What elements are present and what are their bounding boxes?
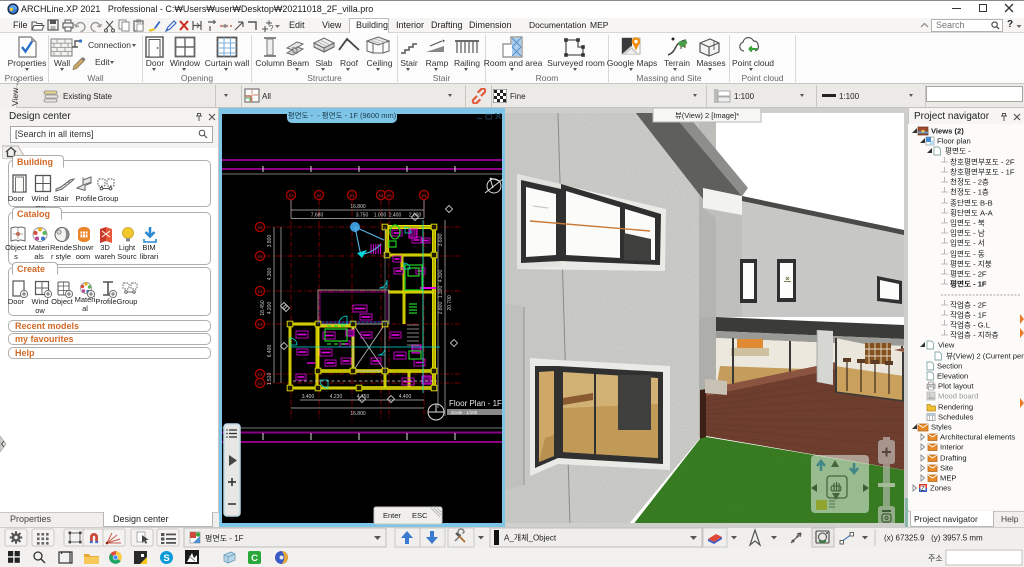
svg-text:주소: 주소 [928, 554, 943, 563]
svg-text:Drafting: Drafting [940, 454, 967, 463]
svg-text:1.300: 1.300 [438, 286, 444, 299]
svg-text:3.600: 3.600 [438, 234, 444, 247]
svg-text:창호평면부포도 - 2F: 창호평면부포도 - 2F [950, 157, 1015, 167]
svg-text:Enter: Enter [383, 511, 401, 520]
svg-text:작업층 - 2F: 작업층 - 2F [950, 300, 987, 310]
svg-text:3.750: 3.750 [356, 213, 369, 219]
svg-text:작업층 - 지하층: 작업층 - 지하층 [950, 330, 999, 340]
svg-text:입면도 - 서: 입면도 - 서 [950, 238, 985, 248]
svg-text:횡단면도 A-A: 횡단면도 A-A [950, 208, 994, 218]
svg-text:Y5: Y5 [258, 254, 264, 259]
svg-text:Scale : 1/100: Scale : 1/100 [451, 410, 478, 415]
svg-text:1.000: 1.000 [374, 213, 387, 219]
svg-text:Schedules: Schedules [938, 413, 974, 422]
svg-text:Architectural elements: Architectural elements [940, 433, 1015, 442]
svg-text:X4: X4 [379, 193, 385, 198]
svg-text:X6: X6 [422, 193, 428, 198]
svg-text:7.680: 7.680 [311, 213, 324, 219]
svg-text:평면도 - 1F: 평면도 - 1F [950, 279, 987, 289]
svg-text:16.800: 16.800 [350, 411, 366, 417]
svg-text:3.400: 3.400 [302, 394, 315, 400]
svg-text:Floor plan: Floor plan [937, 137, 971, 146]
svg-text:천정도 - 1층: 천정도 - 1층 [950, 187, 989, 197]
svg-text:4.200: 4.200 [267, 302, 273, 315]
svg-text:S: S [163, 553, 169, 564]
svg-text:Z: Z [921, 487, 925, 493]
svg-text:View: View [938, 341, 955, 350]
svg-text:Plot layout: Plot layout [938, 382, 974, 391]
svg-text:평면도 -: 평면도 - [945, 146, 971, 156]
svg-text:Y4: Y4 [258, 289, 264, 294]
svg-text:Y6: Y6 [258, 225, 264, 230]
svg-text:Zones: Zones [930, 484, 951, 493]
svg-text:16.800: 16.800 [350, 204, 366, 210]
svg-text:평면도 - 2F: 평면도 - 2F [950, 269, 987, 279]
svg-text:6.400: 6.400 [267, 345, 273, 358]
svg-text:4.230: 4.230 [330, 394, 343, 400]
svg-text:Y2: Y2 [258, 372, 264, 377]
svg-text:2.400: 2.400 [389, 213, 402, 219]
svg-text:Site: Site [940, 464, 953, 473]
svg-text:1.510: 1.510 [267, 373, 273, 386]
svg-text:MEP: MEP [940, 474, 956, 483]
svg-text:X2: X2 [317, 193, 323, 198]
svg-text:20.700: 20.700 [447, 295, 453, 311]
svg-text:C: C [251, 553, 258, 564]
svg-text:Y1: Y1 [258, 381, 264, 386]
svg-text:Floor Plan - 1F: Floor Plan - 1F [449, 399, 502, 408]
svg-text:뷰(View) 2 (Current perspec: 뷰(View) 2 (Current perspec [946, 352, 1024, 361]
svg-text:ESC: ESC [412, 511, 428, 520]
svg-text:입면도 - 남: 입면도 - 남 [950, 228, 985, 238]
svg-text:입면도 - 동: 입면도 - 동 [950, 249, 985, 259]
svg-text:4.400: 4.400 [399, 394, 412, 400]
svg-text:3.800: 3.800 [267, 235, 273, 248]
svg-text:4.300: 4.300 [267, 268, 273, 281]
svg-text:Rendering: Rendering [938, 403, 973, 412]
svg-text:입면도 - 북: 입면도 - 북 [950, 218, 985, 228]
svg-text:Interior: Interior [940, 443, 964, 452]
svg-text:창호평면부포도 - 1F: 창호평면부포도 - 1F [950, 167, 1015, 177]
svg-text:종단면도 B-B: 종단면도 B-B [950, 198, 993, 208]
svg-text:Elevation: Elevation [937, 372, 968, 381]
svg-text:?: ? [269, 24, 274, 33]
svg-text:X5: X5 [387, 193, 393, 198]
svg-text:Mood board: Mood board [938, 392, 979, 401]
svg-text:평면도 - 지붕: 평면도 - 지붕 [950, 259, 992, 269]
svg-text:작업층 - 1F: 작업층 - 1F [950, 310, 987, 320]
svg-text:X3: X3 [350, 193, 356, 198]
svg-text:평면도 - - 평면도 - 1F (9600 mm): 평면도 - - 평면도 - 1F (9600 mm) [288, 110, 397, 120]
svg-text:X1: X1 [289, 193, 295, 198]
svg-text:A_개체_Object: A_개체_Object [504, 533, 557, 543]
svg-text:18.450: 18.450 [260, 300, 266, 316]
svg-text:작업층 - G.L: 작업층 - G.L [950, 320, 990, 330]
svg-text:Views (2): Views (2) [931, 127, 964, 136]
svg-text:4.300: 4.300 [438, 270, 444, 283]
svg-text:2.800: 2.800 [438, 302, 444, 315]
svg-text:(x) 67325.9 (y) 3957.5 mm: (x) 67325.9 (y) 3957.5 mm [884, 534, 983, 543]
svg-text:평면도 - 1F: 평면도 - 1F [205, 533, 244, 543]
svg-text:Section: Section [937, 362, 962, 371]
svg-text:Styles: Styles [931, 423, 952, 432]
svg-text:뷰(View) 2 [Image]*: 뷰(View) 2 [Image]* [675, 111, 739, 120]
svg-text:천정도 - 2층: 천정도 - 2층 [950, 177, 989, 187]
svg-text:Y3: Y3 [258, 322, 264, 327]
